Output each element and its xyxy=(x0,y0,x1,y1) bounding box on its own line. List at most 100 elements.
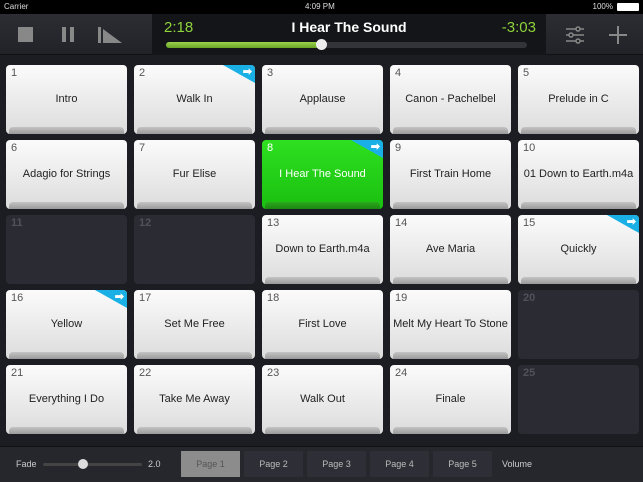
page-tab[interactable]: Page 1 xyxy=(181,451,240,477)
cue-tile[interactable]: 15 Quickly ➡ xyxy=(518,215,639,284)
cue-number: 6 xyxy=(11,142,18,154)
cue-progress-bar xyxy=(393,427,508,434)
progress-knob[interactable] xyxy=(316,39,328,50)
cue-tile[interactable]: 16 Yellow ➡ xyxy=(6,290,127,359)
cue-progress-bar xyxy=(137,352,252,359)
stop-button[interactable] xyxy=(10,14,40,55)
cue-progress-bar xyxy=(137,202,252,209)
cue-tile[interactable]: 22 Take Me Away xyxy=(134,365,255,434)
progress-fill xyxy=(166,42,322,48)
carrier: Carrier xyxy=(4,2,29,11)
cue-number: 21 xyxy=(11,367,24,379)
cue-number: 14 xyxy=(395,217,408,229)
cue-name: Set Me Free xyxy=(164,318,225,330)
empty-cue-slot[interactable]: 11 xyxy=(6,215,127,284)
cue-number: 13 xyxy=(267,217,280,229)
progress-slider[interactable] xyxy=(166,39,527,50)
stop-icon xyxy=(17,27,33,42)
page-tab[interactable]: Page 2 xyxy=(244,451,303,477)
bottom-bar: Fade 2.0 Page 1 Page 2 Page 3 Page 4 Page 5 … xyxy=(0,446,643,482)
cue-name: Everything I Do xyxy=(28,393,105,405)
arrow-right-icon: ➡ xyxy=(114,291,124,303)
cue-progress-bar xyxy=(393,277,508,284)
cue-name: Down to Earth.m4a xyxy=(275,243,370,255)
cue-number: 15 xyxy=(523,217,536,229)
settings-button[interactable] xyxy=(560,14,590,55)
cue-tile[interactable]: 17 Set Me Free xyxy=(134,290,255,359)
cue-progress-bar xyxy=(9,202,124,209)
battery-icon xyxy=(617,3,639,11)
fade-slider[interactable] xyxy=(43,459,142,469)
cue-name: 01 Down to Earth.m4a xyxy=(523,168,634,180)
cue-tile[interactable]: 4 Canon - Pachelbel xyxy=(390,65,511,134)
cue-progress-bar xyxy=(9,427,124,434)
volume-label[interactable]: Volume xyxy=(502,459,532,469)
cue-number: 7 xyxy=(139,142,146,154)
cue-number: 10 xyxy=(523,142,536,154)
cue-progress-bar xyxy=(521,127,636,134)
cue-tile[interactable]: 2 Walk In ➡ xyxy=(134,65,255,134)
cue-number: 9 xyxy=(395,142,402,154)
cue-number: 24 xyxy=(395,367,408,379)
arrow-right-icon: ➡ xyxy=(626,216,636,228)
cue-name: I Hear The Sound xyxy=(279,168,366,180)
page-tab[interactable]: Page 3 xyxy=(307,451,366,477)
fade-knob[interactable] xyxy=(77,459,88,469)
cue-progress-bar xyxy=(265,202,380,209)
cue-tile[interactable]: 13 Down to Earth.m4a xyxy=(262,215,383,284)
cue-tile[interactable]: 21 Everything I Do xyxy=(6,365,127,434)
page-tab[interactable]: Page 4 xyxy=(370,451,429,477)
cue-tile[interactable]: 19 Melt My Heart To Stone xyxy=(390,290,511,359)
now-playing-title: I Hear The Sound xyxy=(291,19,407,35)
plus-icon xyxy=(609,25,627,44)
cue-name: Ave Maria xyxy=(425,243,476,255)
cue-tile[interactable]: 9 First Train Home xyxy=(390,140,511,209)
cue-name: Quickly xyxy=(560,243,597,255)
page-tab[interactable]: Page 5 xyxy=(433,451,492,477)
remaining-time: -3:03 xyxy=(501,19,536,36)
fade-out-icon xyxy=(98,26,122,43)
cue-tile[interactable]: 18 First Love xyxy=(262,290,383,359)
cue-tile[interactable]: 14 Ave Maria xyxy=(390,215,511,284)
clock: 4:09 PM xyxy=(305,2,335,11)
cue-progress-bar xyxy=(137,427,252,434)
add-button[interactable] xyxy=(603,14,633,55)
cue-name: Prelude in C xyxy=(548,93,609,105)
cue-name: Applause xyxy=(299,93,346,105)
status-bar: Carrier 4:09 PM 100% xyxy=(0,0,643,14)
cue-number: 25 xyxy=(523,367,536,379)
cue-name: Finale xyxy=(435,393,466,405)
cue-tile[interactable]: 7 Fur Elise xyxy=(134,140,255,209)
cue-tile[interactable]: 8 I Hear The Sound ➡ xyxy=(262,140,383,209)
cue-name: Walk Out xyxy=(300,393,345,405)
empty-cue-slot[interactable]: 12 xyxy=(134,215,255,284)
cue-number: 20 xyxy=(523,292,536,304)
pause-button[interactable] xyxy=(53,14,83,55)
cue-number: 3 xyxy=(267,67,274,79)
empty-cue-slot[interactable]: 25 xyxy=(518,365,639,434)
fade-value: 2.0 xyxy=(148,459,161,469)
cue-tile[interactable]: 6 Adagio for Strings xyxy=(6,140,127,209)
cue-tile[interactable]: 10 01 Down to Earth.m4a xyxy=(518,140,639,209)
cue-progress-bar xyxy=(393,127,508,134)
auto-continue-badge: ➡ xyxy=(351,140,383,158)
cue-number: 2 xyxy=(139,67,146,79)
cue-tile[interactable]: 23 Walk Out xyxy=(262,365,383,434)
cue-tile[interactable]: 3 Applause xyxy=(262,65,383,134)
arrow-right-icon: ➡ xyxy=(242,66,252,78)
cue-number: 4 xyxy=(395,67,402,79)
cue-progress-bar xyxy=(137,127,252,134)
cue-progress-bar xyxy=(265,427,380,434)
cue-tile[interactable]: 1 Intro xyxy=(6,65,127,134)
cue-progress-bar xyxy=(521,277,636,284)
cue-tile[interactable]: 5 Prelude in C xyxy=(518,65,639,134)
cue-progress-bar xyxy=(265,277,380,284)
fade-out-button[interactable] xyxy=(95,14,125,55)
auto-continue-badge: ➡ xyxy=(223,65,255,83)
arrow-right-icon: ➡ xyxy=(370,141,380,153)
cue-tile[interactable]: 24 Finale xyxy=(390,365,511,434)
cue-name: Walk In xyxy=(176,93,213,105)
cue-number: 1 xyxy=(11,67,18,79)
empty-cue-slot[interactable]: 20 xyxy=(518,290,639,359)
now-playing-panel: 2:18 I Hear The Sound -3:03 xyxy=(152,14,546,55)
